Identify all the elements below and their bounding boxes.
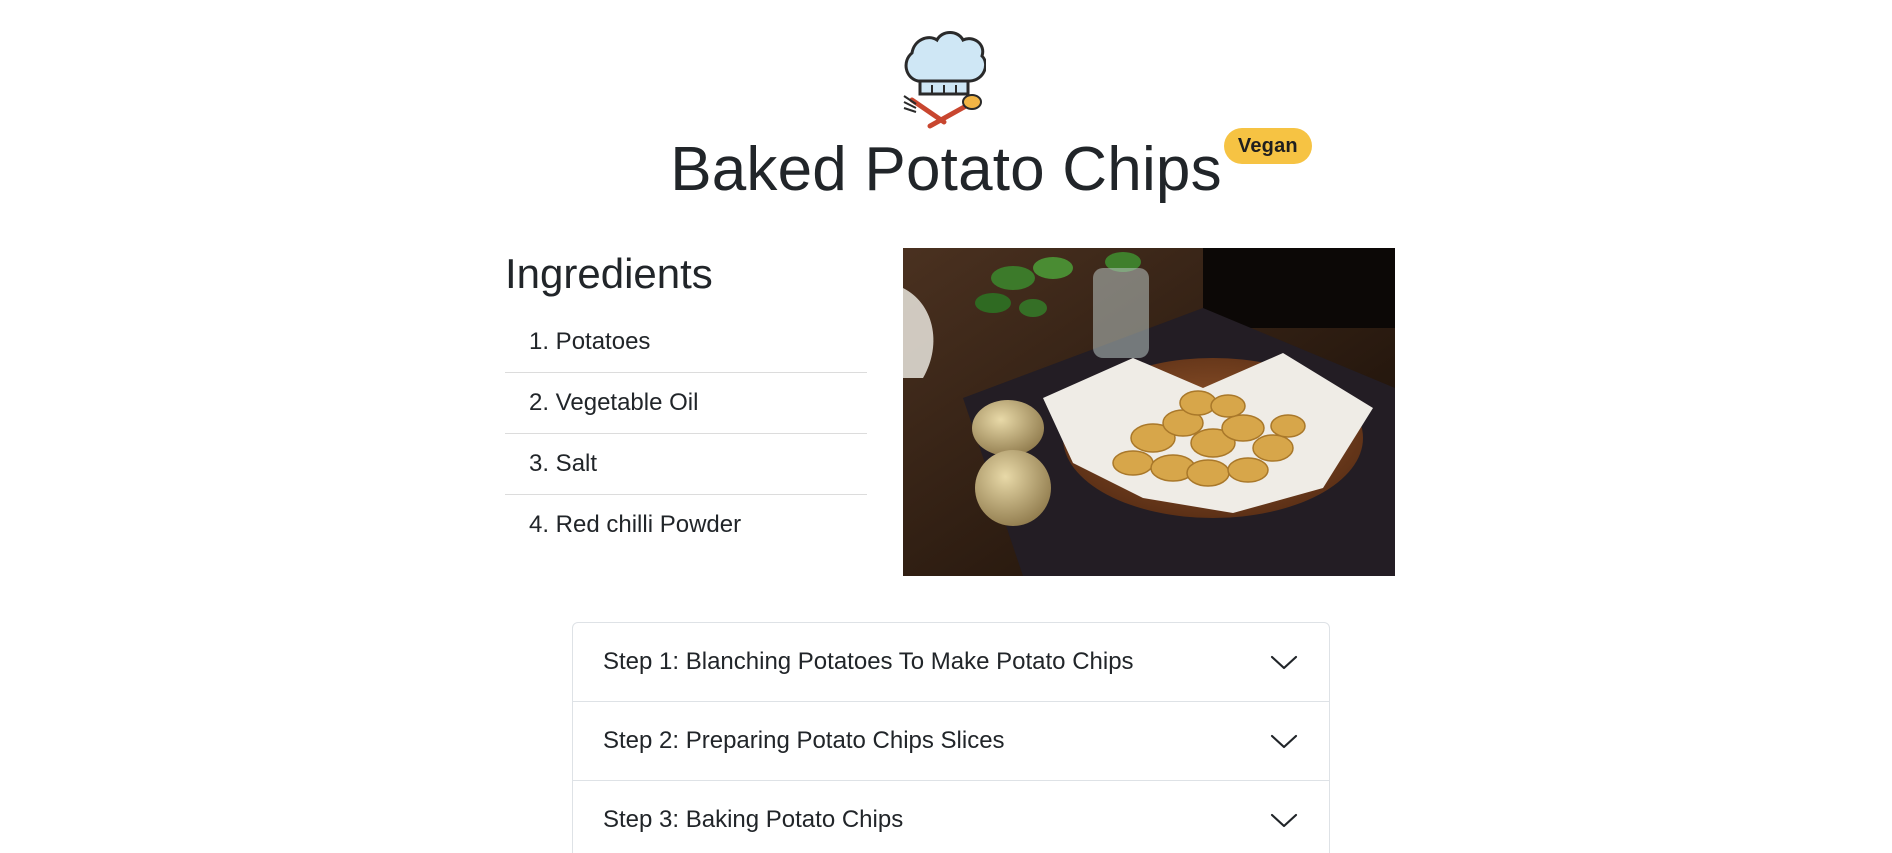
potato-chips-photo <box>903 248 1395 576</box>
recipe-title: Baked Potato Chips Vegan <box>670 128 1312 212</box>
chevron-down-icon[interactable] <box>1269 726 1299 756</box>
title-area: Baked Potato Chips Vegan <box>0 128 1892 212</box>
chevron-down-icon[interactable] <box>1269 805 1299 835</box>
step-title: Step 2: Preparing Potato Chips Slices <box>603 727 1005 754</box>
steps-accordion: Step 1: Blanching Potatoes To Make Potat… <box>572 622 1330 853</box>
ingredients-heading: Ingredients <box>505 250 713 297</box>
chef-hat-logo-icon <box>903 31 986 129</box>
accordion-step-1[interactable]: Step 1: Blanching Potatoes To Make Potat… <box>573 623 1329 702</box>
recipe-page: Baked Potato Chips Vegan Ingredients 1. … <box>0 0 1892 853</box>
accordion-step-3[interactable]: Step 3: Baking Potato Chips <box>573 781 1329 853</box>
ingredients-list: 1. Potatoes 2. Vegetable Oil 3. Salt 4. … <box>505 312 867 555</box>
vegan-badge: Vegan <box>1223 128 1312 164</box>
ingredient-item: 3. Salt <box>505 434 867 495</box>
ingredient-item: 1. Potatoes <box>505 312 867 373</box>
recipe-title-text: Baked Potato Chips <box>670 135 1222 204</box>
accordion-step-2[interactable]: Step 2: Preparing Potato Chips Slices <box>573 702 1329 781</box>
chevron-down-icon[interactable] <box>1269 647 1299 677</box>
step-title: Step 3: Baking Potato Chips <box>603 806 904 833</box>
ingredient-item: 4. Red chilli Powder <box>529 511 742 538</box>
ingredient-item: 2. Vegetable Oil <box>505 373 867 434</box>
ingredients-section: Ingredients 1. Potatoes 2. Vegetable Oil… <box>505 246 867 555</box>
step-title: Step 1: Blanching Potatoes To Make Potat… <box>603 648 1134 675</box>
